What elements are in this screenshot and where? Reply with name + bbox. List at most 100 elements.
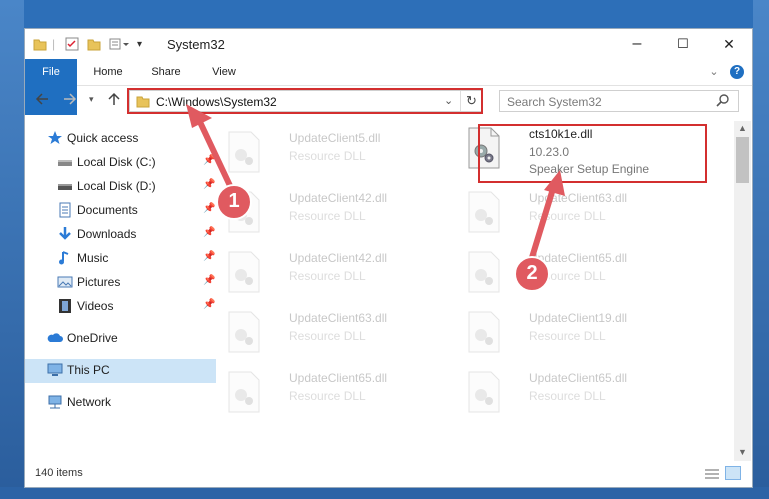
close-button[interactable]: ✕: [706, 29, 752, 59]
properties-icon[interactable]: [65, 36, 79, 52]
nav-label: Downloads: [77, 227, 137, 241]
file-name: UpdateClient65.dll: [529, 371, 628, 385]
nav-downloads[interactable]: Downloads: [57, 223, 207, 245]
nav-local-disk-c[interactable]: Local Disk (C:): [57, 151, 207, 173]
status-bar: 140 items: [25, 461, 752, 487]
film-icon: [57, 298, 73, 314]
network-icon: [47, 394, 63, 410]
scroll-down-icon[interactable]: ▼: [738, 447, 747, 457]
star-icon: [47, 130, 63, 146]
nav-pictures[interactable]: Pictures: [57, 271, 207, 293]
nav-onedrive[interactable]: OneDrive: [47, 327, 207, 349]
nav-videos[interactable]: Videos: [57, 295, 207, 317]
file-name: UpdateClient5.dll: [289, 131, 381, 145]
address-bar-highlight: [127, 88, 483, 114]
nav-label: Documents: [77, 203, 138, 217]
minimize-button[interactable]: –: [614, 29, 660, 59]
documents-icon: [57, 202, 73, 218]
nav-quick-access[interactable]: Quick access: [47, 127, 207, 149]
file-item[interactable]: UpdateClient42.dll Resource DLL: [221, 245, 451, 301]
file-type: Resource DLL: [529, 209, 606, 223]
search-input[interactable]: Search System32: [499, 90, 739, 112]
file-item[interactable]: UpdateClient5.dll Resource DLL: [221, 125, 451, 181]
tab-share[interactable]: Share: [141, 59, 191, 85]
dll-file-icon: [467, 311, 501, 353]
tab-view[interactable]: View: [199, 59, 249, 85]
nav-this-pc[interactable]: This PC: [47, 359, 207, 381]
file-name: UpdateClient42.dll: [289, 191, 388, 205]
music-note-icon: [57, 250, 73, 266]
recent-locations-icon[interactable]: ▾: [89, 94, 94, 105]
pin-icon[interactable]: 📌: [203, 155, 215, 166]
monitor-icon: [47, 362, 63, 378]
file-type: Resource DLL: [289, 149, 366, 163]
file-name: UpdateClient63.dll: [529, 191, 628, 205]
nav-label: This PC: [67, 363, 110, 377]
navigation-pane: Quick access Local Disk (C:) Local Disk …: [25, 121, 220, 461]
file-item[interactable]: UpdateClient65.dll Resource DLL: [461, 365, 691, 421]
dll-file-icon: [227, 131, 261, 173]
file-type: Resource DLL: [289, 329, 366, 343]
tiles-view-icon[interactable]: [725, 466, 741, 480]
ribbon-expand-icon[interactable]: ⌄: [705, 59, 723, 85]
file-item[interactable]: UpdateClient63.dll Resource DLL: [221, 305, 451, 361]
file-type: Resource DLL: [289, 209, 366, 223]
file-type: Resource DLL: [289, 389, 366, 403]
window-title: System32: [167, 37, 225, 52]
scrollbar-thumb[interactable]: [736, 137, 749, 183]
nav-local-disk-d[interactable]: Local Disk (D:): [57, 175, 207, 197]
file-item[interactable]: UpdateClient63.dll Resource DLL: [461, 185, 691, 241]
pin-icon[interactable]: 📌: [203, 299, 215, 310]
tab-home[interactable]: Home: [83, 59, 133, 85]
nav-label: Network: [67, 395, 112, 409]
nav-network[interactable]: Network: [47, 391, 207, 413]
file-name: UpdateClient65.dll: [529, 251, 628, 265]
back-arrow-icon[interactable]: [35, 92, 49, 110]
file-item[interactable]: UpdateClient19.dll Resource DLL: [461, 305, 691, 361]
dll-file-icon: [227, 251, 261, 293]
file-type: Resource DLL: [289, 269, 366, 283]
file-item[interactable]: UpdateClient42.dll Resource DLL: [221, 185, 451, 241]
file-highlight: [478, 124, 707, 183]
nav-label: Local Disk (D:): [77, 179, 156, 193]
file-name: UpdateClient19.dll: [529, 311, 628, 325]
help-icon[interactable]: ?: [730, 65, 744, 79]
item-count: 140 items: [35, 467, 83, 479]
forward-arrow-icon[interactable]: [63, 92, 77, 110]
file-item[interactable]: UpdateClient65.dll Resource DLL: [461, 245, 691, 301]
nav-documents[interactable]: Documents: [57, 199, 207, 221]
dll-file-icon: [467, 191, 501, 233]
maximize-button[interactable]: ☐: [660, 29, 706, 59]
pin-icon[interactable]: 📌: [203, 275, 215, 286]
new-folder-icon[interactable]: [87, 36, 101, 52]
badge-1-label: 1: [228, 190, 240, 212]
vertical-scrollbar[interactable]: ▲ ▼: [734, 121, 751, 461]
quick-access-dropdown-icon[interactable]: ▾: [137, 36, 142, 52]
pin-icon[interactable]: 📌: [203, 179, 215, 190]
cloud-icon: [47, 330, 63, 346]
up-arrow-icon[interactable]: [107, 92, 121, 110]
nav-label: Videos: [77, 299, 114, 313]
scroll-up-icon[interactable]: ▲: [738, 123, 747, 133]
desktop-background-right: [753, 0, 769, 499]
customize-quick-access-icon[interactable]: [109, 36, 131, 52]
nav-music[interactable]: Music: [57, 247, 207, 269]
dll-file-icon: [467, 251, 501, 293]
search-icon[interactable]: [716, 93, 730, 110]
nav-label: Music: [77, 251, 109, 265]
desktop-background-left: [0, 0, 24, 499]
dll-file-icon: [467, 371, 501, 413]
file-item[interactable]: UpdateClient65.dll Resource DLL: [221, 365, 451, 421]
nav-label: Local Disk (C:): [77, 155, 156, 169]
details-view-icon[interactable]: [705, 468, 719, 483]
folder-icon: [33, 36, 47, 52]
dll-file-icon: [227, 311, 261, 353]
ribbon-tabs: File Home Share View ⌄ ?: [25, 59, 752, 115]
pin-icon[interactable]: 📌: [203, 227, 215, 238]
pictures-icon: [57, 274, 73, 290]
pin-icon[interactable]: 📌: [203, 251, 215, 262]
badge-2-label: 2: [526, 262, 538, 284]
file-name: UpdateClient63.dll: [289, 311, 388, 325]
pin-icon[interactable]: 📌: [203, 203, 215, 214]
search-placeholder: Search System32: [507, 95, 602, 109]
